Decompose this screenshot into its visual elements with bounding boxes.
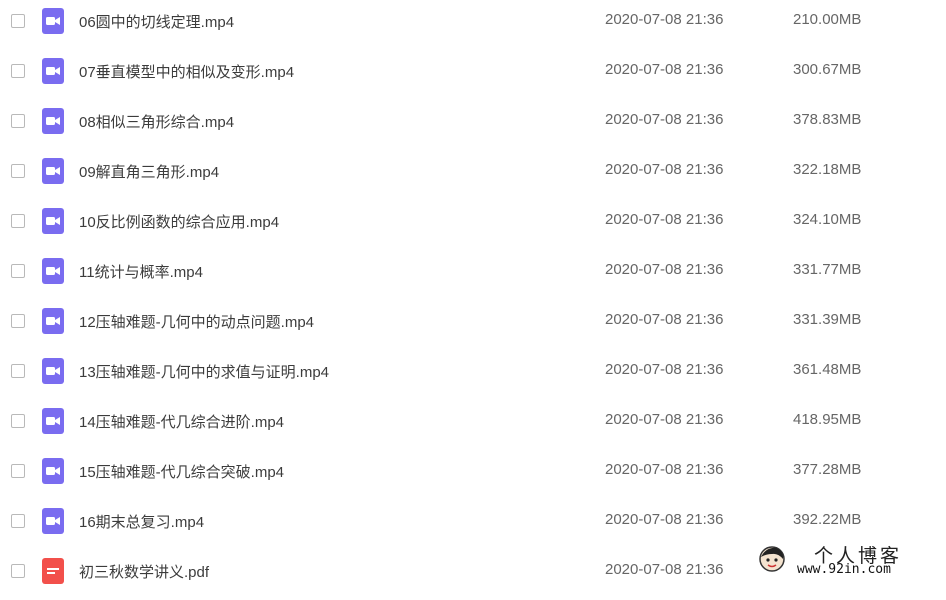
video-file-icon [42, 108, 64, 134]
file-name[interactable]: 06圆中的切线定理.mp4 [79, 11, 234, 32]
row-checkbox[interactable] [11, 564, 25, 578]
file-size: 331.77MB [793, 261, 862, 278]
file-list: 06圆中的切线定理.mp4 2020-07-08 21:36 210.00MB 07垂… [0, 0, 946, 584]
row-checkbox[interactable] [11, 364, 25, 378]
file-name[interactable]: 10反比例函数的综合应用.mp4 [79, 211, 279, 232]
file-name[interactable]: 12压轴难题-几何中的动点问题.mp4 [79, 311, 314, 332]
pdf-file-icon [42, 558, 64, 584]
file-size: 300.67MB [793, 61, 862, 78]
row-checkbox[interactable] [11, 414, 25, 428]
file-row[interactable]: 10反比例函数的综合应用.mp4 2020-07-08 21:36 324.10MB [0, 200, 946, 250]
video-file-icon [42, 158, 64, 184]
row-checkbox[interactable] [11, 164, 25, 178]
row-checkbox[interactable] [11, 64, 25, 78]
file-size: 324.10MB [793, 211, 862, 228]
file-size: 361.48MB [793, 361, 862, 378]
file-row[interactable]: 09解直角三角形.mp4 2020-07-08 21:36 322.18MB [0, 150, 946, 200]
file-date: 2020-07-08 21:36 [605, 11, 724, 28]
file-name[interactable]: 07垂直模型中的相似及变形.mp4 [79, 61, 294, 82]
file-size: 378.83MB [793, 111, 862, 128]
file-row[interactable]: 15压轴难题-代几综合突破.mp4 2020-07-08 21:36 377.28M… [0, 450, 946, 500]
file-row[interactable]: 07垂直模型中的相似及变形.mp4 2020-07-08 21:36 300.67M… [0, 50, 946, 100]
video-file-icon [42, 8, 64, 34]
row-checkbox[interactable] [11, 314, 25, 328]
video-file-icon [42, 208, 64, 234]
file-date: 2020-07-08 21:36 [605, 311, 724, 328]
file-size: 331.39MB [793, 311, 862, 328]
file-name[interactable]: 08相似三角形综合.mp4 [79, 111, 234, 132]
file-date: 2020-07-08 21:36 [605, 361, 724, 378]
file-date: 2020-07-08 21:36 [605, 211, 724, 228]
file-date: 2020-07-08 21:36 [605, 561, 724, 578]
file-name[interactable]: 09解直角三角形.mp4 [79, 161, 219, 182]
file-date: 2020-07-08 21:36 [605, 261, 724, 278]
video-file-icon [42, 358, 64, 384]
file-size: 418.95MB [793, 411, 862, 428]
file-size: 377.28MB [793, 461, 862, 478]
file-row[interactable]: 08相似三角形综合.mp4 2020-07-08 21:36 378.83MB [0, 100, 946, 150]
video-file-icon [42, 408, 64, 434]
file-date: 2020-07-08 21:36 [605, 61, 724, 78]
file-row[interactable]: 14压轴难题-代几综合进阶.mp4 2020-07-08 21:36 418.95M… [0, 400, 946, 450]
video-file-icon [42, 458, 64, 484]
file-date: 2020-07-08 21:36 [605, 461, 724, 478]
file-name[interactable]: 初三秋数学讲义.pdf [79, 561, 209, 582]
file-date: 2020-07-08 21:36 [605, 161, 724, 178]
row-checkbox[interactable] [11, 264, 25, 278]
file-date: 2020-07-08 21:36 [605, 111, 724, 128]
watermark-url: www.92in.com [797, 562, 891, 577]
file-size: 392.22MB [793, 511, 862, 528]
file-row[interactable]: 11统计与概率.mp4 2020-07-08 21:36 331.77MB [0, 250, 946, 300]
row-checkbox[interactable] [11, 14, 25, 28]
file-name[interactable]: 15压轴难题-代几综合突破.mp4 [79, 461, 284, 482]
file-row[interactable]: 13压轴难题-几何中的求值与证明.mp4 2020-07-08 21:36 361.… [0, 350, 946, 400]
video-file-icon [42, 308, 64, 334]
row-checkbox[interactable] [11, 464, 25, 478]
video-file-icon [42, 258, 64, 284]
file-name[interactable]: 14压轴难题-代几综合进阶.mp4 [79, 411, 284, 432]
file-name[interactable]: 13压轴难题-几何中的求值与证明.mp4 [79, 361, 329, 382]
watermark: 个人博客 www.92in.com [752, 541, 946, 582]
avatar-logo-icon [759, 546, 785, 572]
row-checkbox[interactable] [11, 114, 25, 128]
file-date: 2020-07-08 21:36 [605, 511, 724, 528]
file-row[interactable]: 12压轴难题-几何中的动点问题.mp4 2020-07-08 21:36 331.3… [0, 300, 946, 350]
video-file-icon [42, 508, 64, 534]
file-name[interactable]: 11统计与概率.mp4 [79, 261, 203, 282]
file-size: 322.18MB [793, 161, 862, 178]
file-size: 210.00MB [793, 11, 862, 28]
file-row[interactable]: 06圆中的切线定理.mp4 2020-07-08 21:36 210.00MB [0, 0, 946, 50]
video-file-icon [42, 58, 64, 84]
file-name[interactable]: 16期末总复习.mp4 [79, 511, 204, 532]
row-checkbox[interactable] [11, 514, 25, 528]
file-date: 2020-07-08 21:36 [605, 411, 724, 428]
row-checkbox[interactable] [11, 214, 25, 228]
